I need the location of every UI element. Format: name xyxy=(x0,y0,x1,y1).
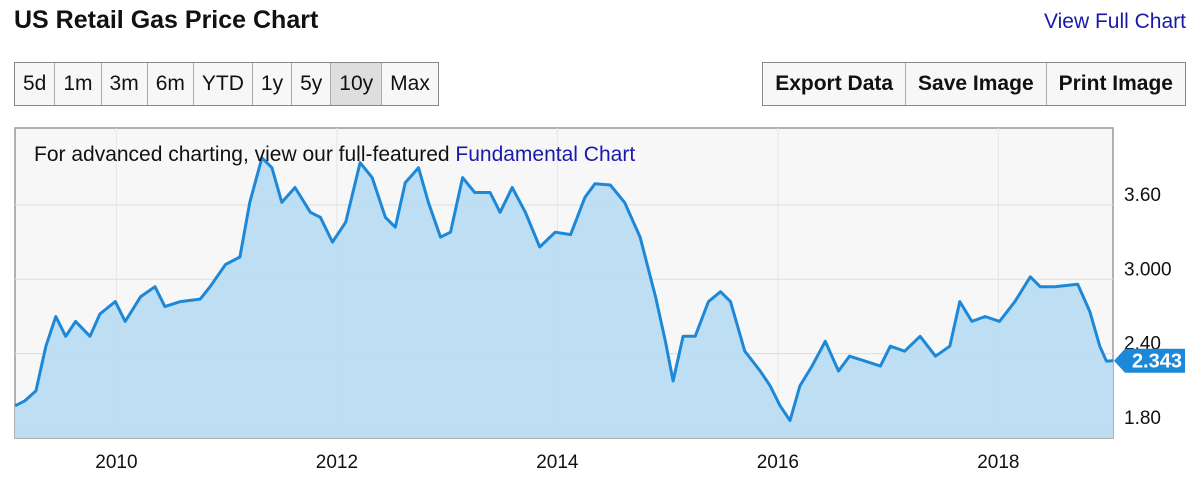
fundamental-chart-link[interactable]: Fundamental Chart xyxy=(455,143,635,166)
x-tick-label: 2014 xyxy=(536,452,579,473)
gas-price-chart: 1.802.403.0003.602010 2012 2014 2016 20182.3… xyxy=(14,127,1185,473)
x-tick-label: 2012 xyxy=(316,452,358,473)
last-value-label: 2.343 xyxy=(1132,351,1182,373)
x-tick-label: 2016 xyxy=(757,452,799,473)
advanced-charting-note: For advanced charting, view our full-fea… xyxy=(34,143,635,167)
y-tick-label: 1.80 xyxy=(1124,408,1161,429)
x-tick-label: 2010 xyxy=(95,452,137,473)
y-tick-label: 3.60 xyxy=(1124,185,1161,206)
x-tick-label: 2018 xyxy=(977,452,1019,473)
note-text: For advanced charting, view our full-fea… xyxy=(34,143,456,166)
y-tick-label: 3.000 xyxy=(1124,259,1172,280)
